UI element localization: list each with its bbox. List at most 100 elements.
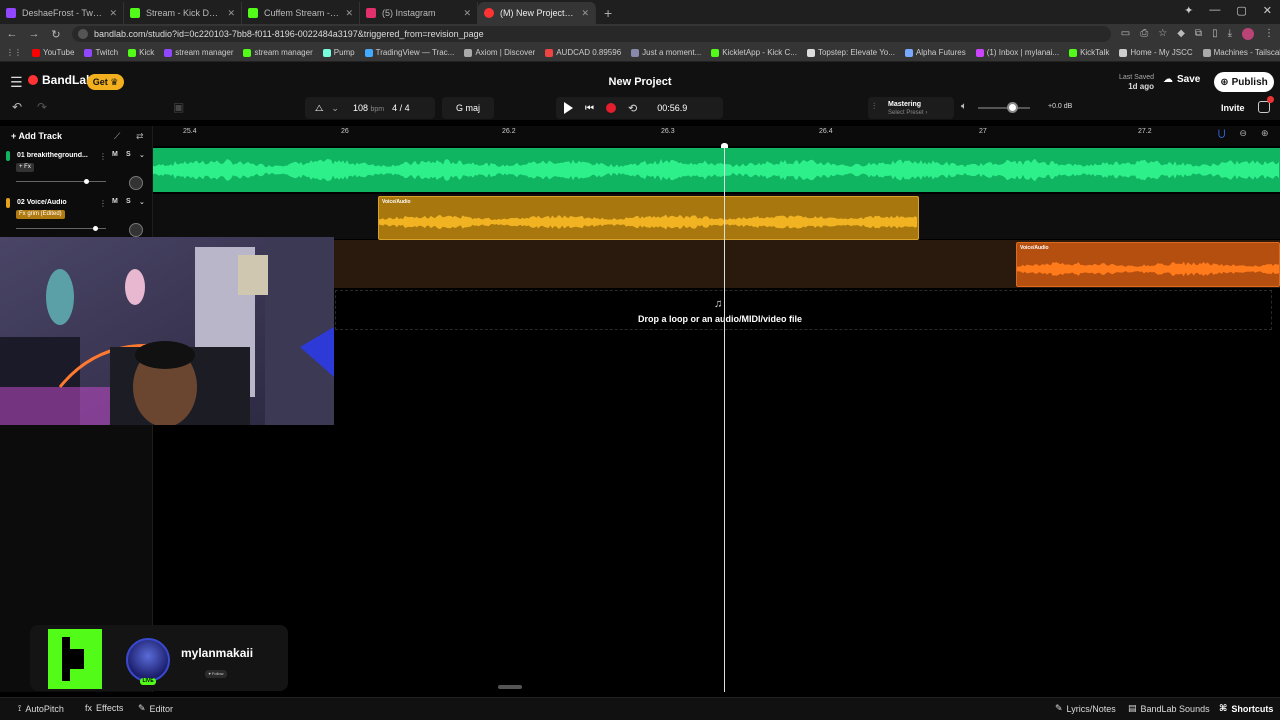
close-icon[interactable]: ✕ <box>227 8 235 19</box>
close-window-icon[interactable]: ✕ <box>1263 4 1272 17</box>
effects-button[interactable]: fx Effects <box>85 703 123 713</box>
browser-tab[interactable]: Cuffem Stream - Watch Live on ✕ <box>242 2 360 24</box>
bookmark-item[interactable]: TradingView — Trac... <box>364 48 454 57</box>
autopitch-button[interactable]: ⟟ AutoPitch <box>18 703 64 714</box>
url-input[interactable]: bandlab.com/studio?id=0c220103-7bb8-f011… <box>72 26 1111 42</box>
bookmark-item[interactable]: YouTube <box>32 48 74 57</box>
zoom-out-icon[interactable]: ⊖ <box>1239 128 1247 139</box>
track-name-text[interactable]: Voice/Audio <box>27 199 67 206</box>
track-volume-knob[interactable] <box>93 226 98 231</box>
key-selector[interactable]: G maj <box>442 97 494 119</box>
playhead[interactable] <box>724 144 725 692</box>
pan-knob[interactable] <box>129 176 143 190</box>
track-header-2[interactable]: 02 Voice/Audio ⋮ M S ⌄ Fx grim (Edited) <box>0 195 153 241</box>
fx-button[interactable]: Fx grim (Edited) <box>16 210 65 219</box>
pan-knob[interactable] <box>129 223 143 237</box>
bookmark-item[interactable]: (1) Inbox | mylanai... <box>975 48 1059 57</box>
mute-button[interactable]: M <box>112 151 118 158</box>
save-button[interactable]: ☁ Save <box>1163 74 1200 85</box>
close-icon[interactable]: ✕ <box>109 8 117 19</box>
extensions-icon[interactable]: ✦ <box>1184 4 1193 17</box>
translate-icon[interactable]: ⎙ <box>1140 28 1148 40</box>
sidebar-icon[interactable]: ▯ <box>1212 28 1218 40</box>
panel-icon[interactable]: ▣ <box>173 100 184 114</box>
drag-handle-icon[interactable]: ⋮ <box>99 199 107 208</box>
menu-icon[interactable]: ⋮ <box>1264 28 1274 40</box>
new-tab-button[interactable]: + <box>596 5 620 24</box>
bookmark-item[interactable]: KickletApp - Kick C... <box>711 48 797 57</box>
browser-tab[interactable]: DeshaeFrost - Twitch ✕ <box>0 2 124 24</box>
track-volume-knob[interactable] <box>84 179 89 184</box>
track-header-1[interactable]: 01 breakitheground... ⋮ M S ⌄ + Fx <box>0 148 153 194</box>
bandlab-sounds-button[interactable]: ▤ BandLab Sounds <box>1128 703 1210 714</box>
apps-grid-icon[interactable]: ⋮⋮ <box>6 48 22 57</box>
bookmark-item[interactable]: stream manager <box>164 48 233 57</box>
mastering-button[interactable]: ⫶ Mastering Select Preset › <box>868 97 954 119</box>
browser-tab[interactable]: (5) Instagram ✕ <box>360 2 478 24</box>
bookmark-item[interactable]: Just a moment... <box>631 48 701 57</box>
time-signature[interactable]: 4 / 4 <box>392 103 410 113</box>
redo-icon[interactable]: ↷ <box>37 100 47 114</box>
get-membership-button[interactable]: Get ♛ <box>87 74 124 90</box>
download-icon[interactable]: ⤓ <box>1228 28 1232 40</box>
chevron-down-icon[interactable]: ⌄ <box>139 198 145 206</box>
bookmark-item[interactable]: Twitch <box>84 48 118 57</box>
track-lane-2[interactable]: Voice/Audio <box>153 194 1280 240</box>
audio-clip[interactable]: Voice/Audio <box>378 196 919 240</box>
audio-clip[interactable]: Voice/Audio <box>1016 242 1280 287</box>
fx-button[interactable]: + Fx <box>16 163 34 172</box>
bookmark-item[interactable]: Pump <box>322 48 355 57</box>
browser-tab-active[interactable]: (M) New Project - Studio ✕ <box>478 2 596 24</box>
magnet-icon[interactable]: ⋃ <box>1218 128 1225 139</box>
drop-zone[interactable] <box>335 290 1272 330</box>
extension-icon[interactable]: ◆ <box>1177 28 1185 40</box>
speaker-mute-icon[interactable]: 🔈︎ <box>961 101 967 112</box>
bookmark-item[interactable]: Topstep: Elevate Yo... <box>806 48 895 57</box>
drag-handle-icon[interactable]: ⋮ <box>99 152 107 161</box>
bpm-value[interactable]: 108 <box>353 103 368 113</box>
zoom-in-icon[interactable]: ⊕ <box>1261 128 1269 139</box>
browser-tab[interactable]: Stream - Kick Dashboard ✕ <box>124 2 242 24</box>
back-icon[interactable]: ← <box>6 28 18 40</box>
solo-button[interactable]: S <box>126 198 131 205</box>
metronome-icon[interactable]: ⧍ <box>315 103 323 114</box>
bookmark-item[interactable]: AUDCAD 0.89596 <box>545 48 621 57</box>
chevron-down-icon[interactable]: ⌄ <box>139 151 145 159</box>
chat-icon[interactable] <box>1258 101 1270 113</box>
loop-icon[interactable]: ⟲ <box>628 102 637 115</box>
record-icon[interactable] <box>606 103 616 113</box>
hamburger-menu-icon[interactable]: ☰ <box>10 74 23 91</box>
bookmark-item[interactable]: Kick <box>128 48 154 57</box>
project-title[interactable]: New Project <box>540 76 740 88</box>
follow-button[interactable]: ♥ Follow <box>205 670 227 678</box>
solo-button[interactable]: S <box>126 151 131 158</box>
shuffle-icon[interactable]: ⇄ <box>136 131 144 142</box>
bookmark-item[interactable]: Alpha Futures <box>904 48 966 57</box>
close-icon[interactable]: ✕ <box>345 8 353 19</box>
bookmark-item[interactable]: KickTalk <box>1069 48 1109 57</box>
profile-avatar[interactable] <box>1242 28 1254 40</box>
track-lane-1[interactable] <box>153 148 1280 192</box>
bookmark-item[interactable]: Axiom | Discover <box>464 48 535 57</box>
undo-icon[interactable]: ↶ <box>12 100 22 114</box>
timeline-ruler[interactable]: 25.4 26 26.2 26.3 26.4 27 27.2 <box>153 126 1280 146</box>
cast-icon[interactable]: ▭ <box>1121 28 1130 40</box>
add-track-button[interactable]: + Add Track <box>11 131 62 141</box>
play-icon[interactable] <box>564 102 573 114</box>
puzzle-icon[interactable]: ⧉ <box>1195 28 1202 40</box>
bookmark-item[interactable]: Home - My JSCC <box>1119 48 1193 57</box>
bookmark-item[interactable]: stream manager <box>243 48 313 57</box>
chevron-down-icon[interactable]: ⌄ <box>331 103 339 114</box>
site-info-icon[interactable] <box>78 29 88 39</box>
maximize-icon[interactable]: ▢ <box>1236 4 1246 17</box>
reload-icon[interactable]: ↻ <box>50 28 62 41</box>
forward-icon[interactable]: → <box>28 28 40 40</box>
playhead-handle[interactable] <box>721 143 728 148</box>
tempo-settings[interactable]: ⧍ ⌄ 108 bpm 4 / 4 <box>305 97 435 119</box>
track-name-text[interactable]: breakitheground... <box>27 152 88 159</box>
bandlab-logo[interactable]: BandLab <box>28 73 93 87</box>
skip-back-icon[interactable]: ⏮ <box>585 103 594 114</box>
shortcuts-button[interactable]: ⌘ Shortcuts <box>1219 703 1273 714</box>
bookmark-star-icon[interactable]: ☆ <box>1158 28 1167 40</box>
horizontal-scrollbar[interactable] <box>498 685 522 689</box>
